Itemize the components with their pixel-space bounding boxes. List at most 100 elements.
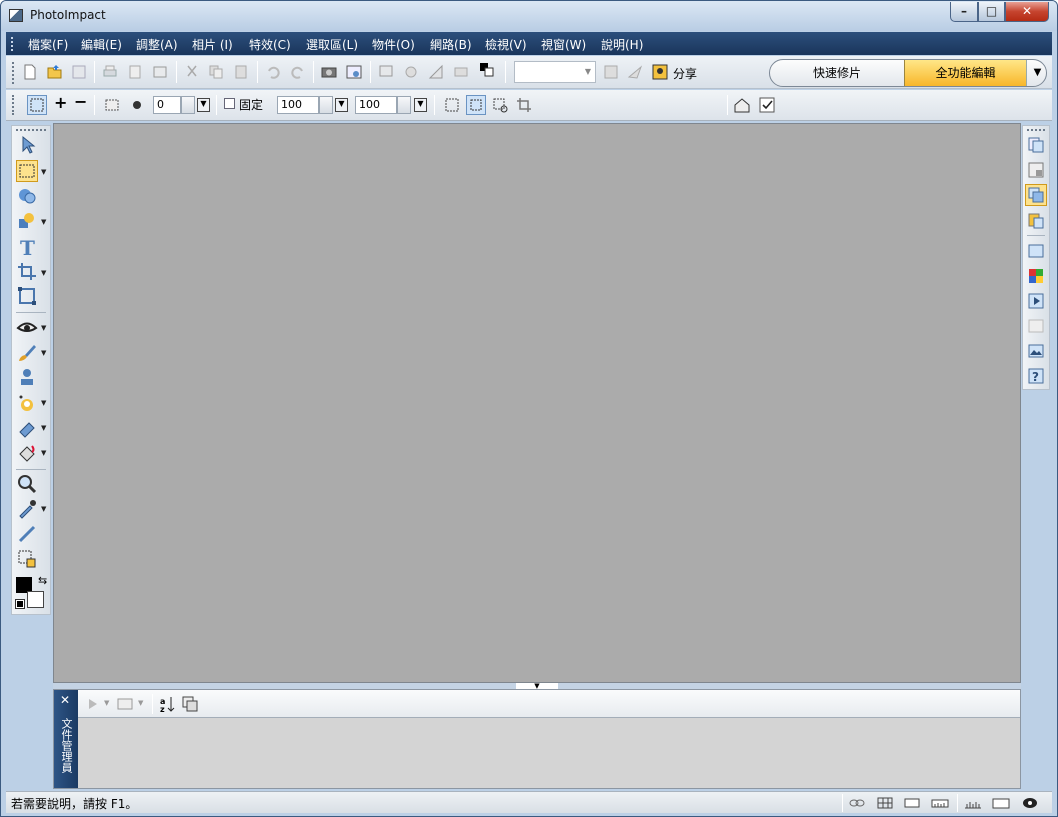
copy-icon[interactable] [207, 63, 225, 81]
cut-icon[interactable] [183, 63, 201, 81]
mode-dropdown-button[interactable]: ▼ [1026, 60, 1046, 86]
object-manager-icon[interactable] [1025, 184, 1047, 206]
crop-tool-icon[interactable] [16, 261, 38, 283]
slope-icon[interactable] [427, 63, 445, 81]
width-dropdown[interactable]: ▼ [335, 98, 348, 112]
web-export-icon[interactable] [602, 63, 620, 81]
path-drawing-tool-icon[interactable] [16, 210, 38, 232]
panel-manager-grip[interactable] [1027, 129, 1045, 131]
toolbar-grip-handle[interactable] [12, 62, 15, 84]
particle-tool-icon[interactable] [16, 392, 38, 414]
measure-icon[interactable] [964, 794, 982, 812]
cascade-windows-icon[interactable] [181, 695, 199, 713]
height-spinner[interactable] [397, 96, 411, 114]
soft-edge-input[interactable]: 0 [153, 96, 181, 114]
help-panel-icon[interactable]: ? [1027, 367, 1045, 385]
easy-palette-icon[interactable] [1027, 161, 1045, 179]
browser-panel-icon[interactable] [1027, 242, 1045, 260]
ruler-icon[interactable] [931, 794, 949, 812]
width-input[interactable]: 100 [277, 96, 319, 114]
chevron-down-icon[interactable]: ▼ [41, 218, 46, 226]
menu-web[interactable]: 網路(B) [430, 36, 472, 53]
minimize-button[interactable]: – [950, 2, 978, 22]
disabled-panel-icon[interactable] [1027, 317, 1045, 335]
menu-selection[interactable]: 選取區(L) [306, 36, 358, 53]
add-selection-icon[interactable]: + [54, 93, 67, 112]
save-icon[interactable] [70, 63, 88, 81]
sort-icon[interactable]: az [159, 695, 177, 713]
link-icon[interactable] [848, 794, 866, 812]
history-icon[interactable] [1027, 212, 1045, 230]
redo-icon[interactable] [289, 63, 307, 81]
mask-tool-icon[interactable] [16, 185, 38, 207]
text-tool-icon[interactable]: T [16, 236, 38, 258]
grid-icon[interactable] [876, 794, 894, 812]
tool-panel-grip[interactable] [16, 129, 46, 131]
undo-icon[interactable] [264, 63, 282, 81]
menu-object[interactable]: 物件(O) [372, 36, 415, 53]
zoom-tool-icon[interactable] [16, 473, 38, 495]
select-zoom-icon[interactable] [491, 96, 509, 114]
document-manager-close-button[interactable]: ✕ [60, 693, 70, 707]
scan-icon[interactable] [151, 63, 169, 81]
menu-edit[interactable]: 編輯(E) [81, 36, 122, 53]
chevron-down-icon[interactable]: ▼ [41, 168, 46, 176]
reset-colors-icon[interactable] [15, 599, 25, 609]
close-button[interactable]: ✕ [1005, 2, 1049, 22]
chevron-down-icon[interactable]: ▼ [41, 424, 46, 432]
home-panel-icon[interactable] [733, 96, 751, 114]
fixed-checkbox[interactable] [224, 98, 235, 109]
frame-icon[interactable] [992, 794, 1010, 812]
chevron-down-icon[interactable]: ▼ [138, 699, 143, 707]
chevron-down-icon[interactable]: ▼ [41, 269, 46, 277]
line-path-tool-icon[interactable] [16, 523, 38, 545]
batch-icon[interactable] [452, 63, 470, 81]
image-properties-icon[interactable] [377, 63, 395, 81]
new-file-icon[interactable] [21, 63, 39, 81]
swap-colors-icon[interactable]: ⇆ [38, 574, 47, 587]
info-icon[interactable] [1021, 794, 1039, 812]
chevron-down-icon[interactable]: ▼ [41, 449, 46, 457]
title-bar[interactable]: PhotoImpact – □ ✕ [1, 1, 1057, 31]
play-icon[interactable] [84, 695, 102, 713]
attribute-grip-handle[interactable] [12, 95, 15, 115]
menu-photo[interactable]: 相片 (I) [192, 36, 233, 53]
menu-help[interactable]: 說明(H) [601, 36, 643, 53]
chevron-down-icon[interactable]: ▼ [41, 324, 46, 332]
capture-icon[interactable] [345, 63, 363, 81]
play-icon[interactable] [1027, 292, 1045, 310]
eyedropper-tool-icon[interactable] [16, 498, 38, 520]
image-panel-icon[interactable] [1027, 342, 1045, 360]
hand-select-icon[interactable] [443, 96, 461, 114]
maximize-button[interactable]: □ [978, 2, 1005, 22]
clone-stamp-tool-icon[interactable] [16, 367, 38, 389]
guide-icon[interactable] [903, 794, 921, 812]
menu-adjust[interactable]: 調整(A) [136, 36, 178, 53]
chevron-down-icon[interactable]: ▼ [41, 505, 46, 513]
object-paint-tool-icon[interactable] [16, 548, 38, 570]
mask-mode-icon[interactable] [103, 96, 121, 114]
camera-icon[interactable] [320, 63, 338, 81]
menu-grip-handle[interactable] [11, 37, 14, 51]
menu-effects[interactable]: 特效(C) [249, 36, 291, 53]
eraser-tool-icon[interactable] [16, 417, 38, 439]
chevron-down-icon[interactable]: ▼ [41, 349, 46, 357]
menu-window[interactable]: 視窗(W) [541, 36, 586, 53]
pick-tool-icon[interactable] [16, 134, 38, 156]
menu-file[interactable]: 檔案(F) [28, 36, 68, 53]
new-selection-icon[interactable] [27, 95, 47, 115]
paste-icon[interactable] [232, 63, 250, 81]
print-preview-icon[interactable] [126, 63, 144, 81]
width-spinner[interactable] [319, 96, 333, 114]
height-input[interactable]: 100 [355, 96, 397, 114]
open-folder-icon[interactable] [46, 63, 64, 81]
quick-fix-mode-button[interactable]: 快速修片 [770, 60, 904, 86]
fill-tool-icon[interactable] [16, 442, 38, 464]
share-label[interactable]: 分享 [673, 65, 697, 82]
crop-selection-icon[interactable] [515, 96, 533, 114]
full-edit-mode-button[interactable]: 全功能編輯 [904, 60, 1026, 86]
soft-edge-spinner[interactable] [181, 96, 195, 114]
transform-tool-icon[interactable] [16, 285, 38, 307]
retouch-eye-tool-icon[interactable] [16, 317, 38, 339]
subtract-selection-icon[interactable]: − [74, 92, 87, 111]
